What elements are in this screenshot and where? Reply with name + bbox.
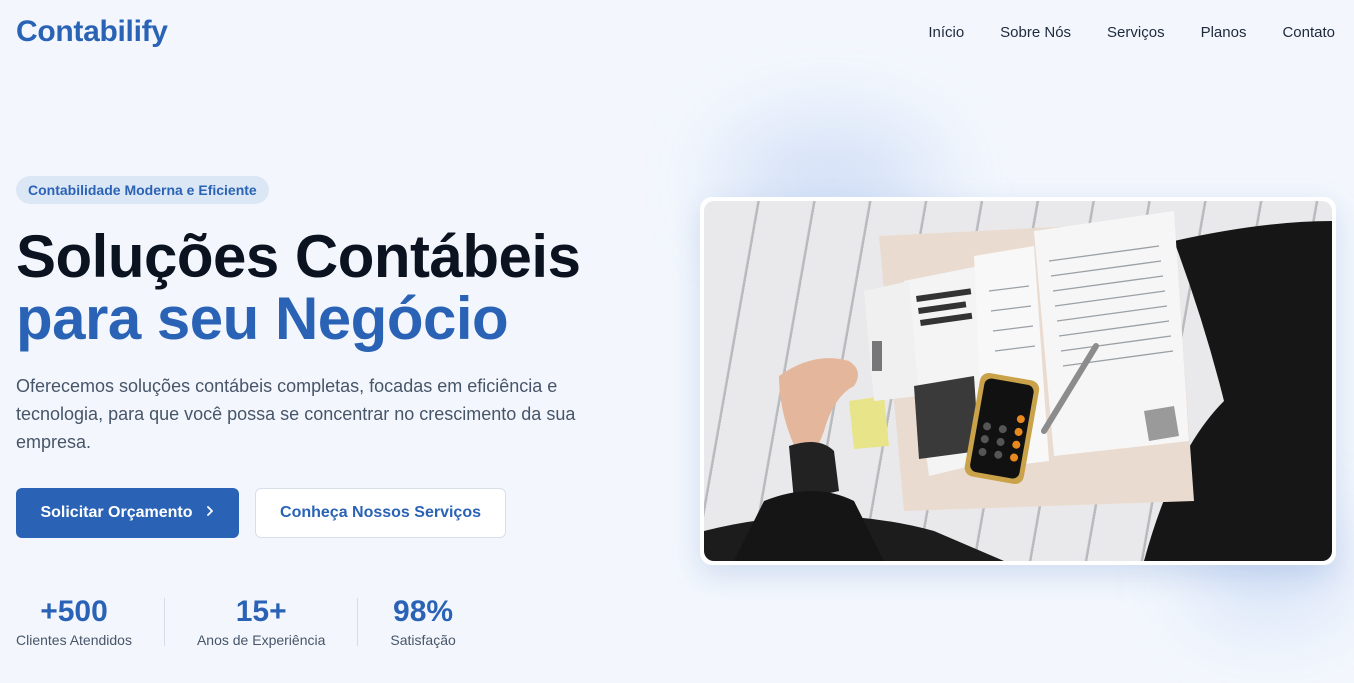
hero-image-frame <box>700 197 1336 565</box>
stat-satisfaction: 98% Satisfação <box>390 595 456 649</box>
main-nav: Início Sobre Nós Serviços Planos Contato <box>928 24 1335 41</box>
hero-image-tax-documents <box>704 201 1332 561</box>
stat-label: Satisfação <box>390 632 456 648</box>
stat-clients: +500 Clientes Atendidos <box>16 595 132 649</box>
stat-experience: 15+ Anos de Experiência <box>196 595 326 649</box>
stats-row: +500 Clientes Atendidos 15+ Anos de Expe… <box>16 595 456 649</box>
hero-title-line2: para seu Negócio <box>16 285 509 352</box>
hero-badge: Contabilidade Moderna e Eficiente <box>16 176 269 204</box>
stat-value: 98% <box>393 595 454 628</box>
hero-image-illustration <box>704 211 1332 561</box>
stat-value: 15+ <box>235 595 287 628</box>
nav-link-sobre-nos[interactable]: Sobre Nós <box>1000 24 1071 41</box>
stat-divider <box>163 598 165 646</box>
hero-title-line1: Soluções Contábeis <box>16 223 581 290</box>
nav-link-inicio[interactable]: Início <box>928 24 964 41</box>
nav-link-contato[interactable]: Contato <box>1282 24 1335 41</box>
request-quote-button[interactable]: Solicitar Orçamento <box>16 488 239 538</box>
nav-link-planos[interactable]: Planos <box>1201 24 1247 41</box>
our-services-button[interactable]: Conheça Nossos Serviços <box>255 488 506 538</box>
chevron-right-icon <box>205 504 215 522</box>
stat-divider <box>357 598 359 646</box>
hero-title: Soluções Contábeis para seu Negócio <box>16 223 581 352</box>
stat-label: Anos de Experiência <box>196 632 326 648</box>
hero-description: Oferecemos soluções contábeis completas,… <box>16 376 576 452</box>
site-header: Contabilify Início Sobre Nós Serviços Pl… <box>0 0 1354 64</box>
nav-link-servicos[interactable]: Serviços <box>1107 24 1165 41</box>
request-quote-label: Solicitar Orçamento <box>40 504 193 521</box>
stat-value: +500 <box>40 595 108 628</box>
logo[interactable]: Contabilify <box>16 15 168 49</box>
stat-label: Clientes Atendidos <box>16 632 132 648</box>
